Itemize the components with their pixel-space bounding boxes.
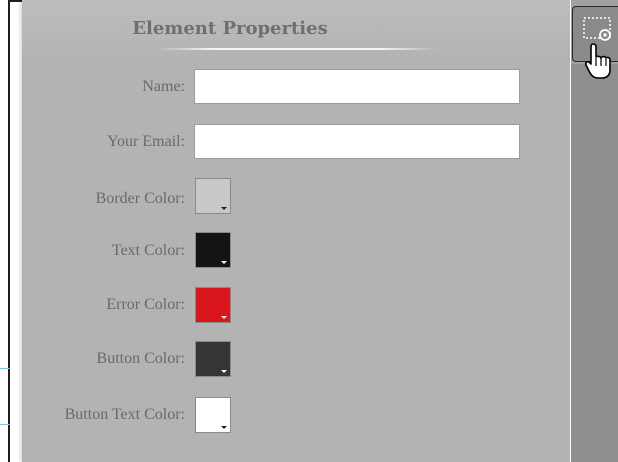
dropdown-arrow-icon (221, 316, 227, 319)
element-properties-icon (583, 17, 611, 41)
title-divider (157, 48, 437, 50)
button-text-color-label: Button Text Color: (64, 406, 185, 423)
canvas-guide-line (0, 368, 10, 369)
email-label: Your Email: (107, 133, 185, 150)
panel-title: Element Properties (132, 18, 328, 39)
error-color-swatch[interactable] (195, 287, 231, 323)
error-color-label: Error Color: (106, 296, 185, 313)
dropdown-arrow-icon (221, 207, 227, 210)
canvas-left-border (8, 0, 10, 462)
button-color-swatch[interactable] (195, 341, 231, 377)
hand-pointer-icon (584, 43, 611, 79)
email-input[interactable] (194, 124, 520, 159)
element-properties-panel: Element Properties Name: Your Email: Bor… (22, 0, 570, 462)
toolbar-column (571, 64, 618, 462)
border-color-label: Border Color: (95, 190, 185, 207)
dropdown-arrow-icon (221, 370, 227, 373)
text-color-swatch[interactable] (195, 232, 231, 268)
name-label: Name: (142, 78, 185, 95)
name-input[interactable] (194, 69, 520, 104)
text-color-label: Text Color: (111, 242, 185, 259)
border-color-swatch[interactable] (195, 178, 231, 214)
dropdown-arrow-icon (221, 261, 227, 264)
button-text-color-swatch[interactable] (195, 397, 231, 433)
dropdown-arrow-icon (221, 426, 227, 429)
button-color-label: Button Color: (96, 350, 185, 367)
canvas-guide-line (0, 424, 10, 425)
